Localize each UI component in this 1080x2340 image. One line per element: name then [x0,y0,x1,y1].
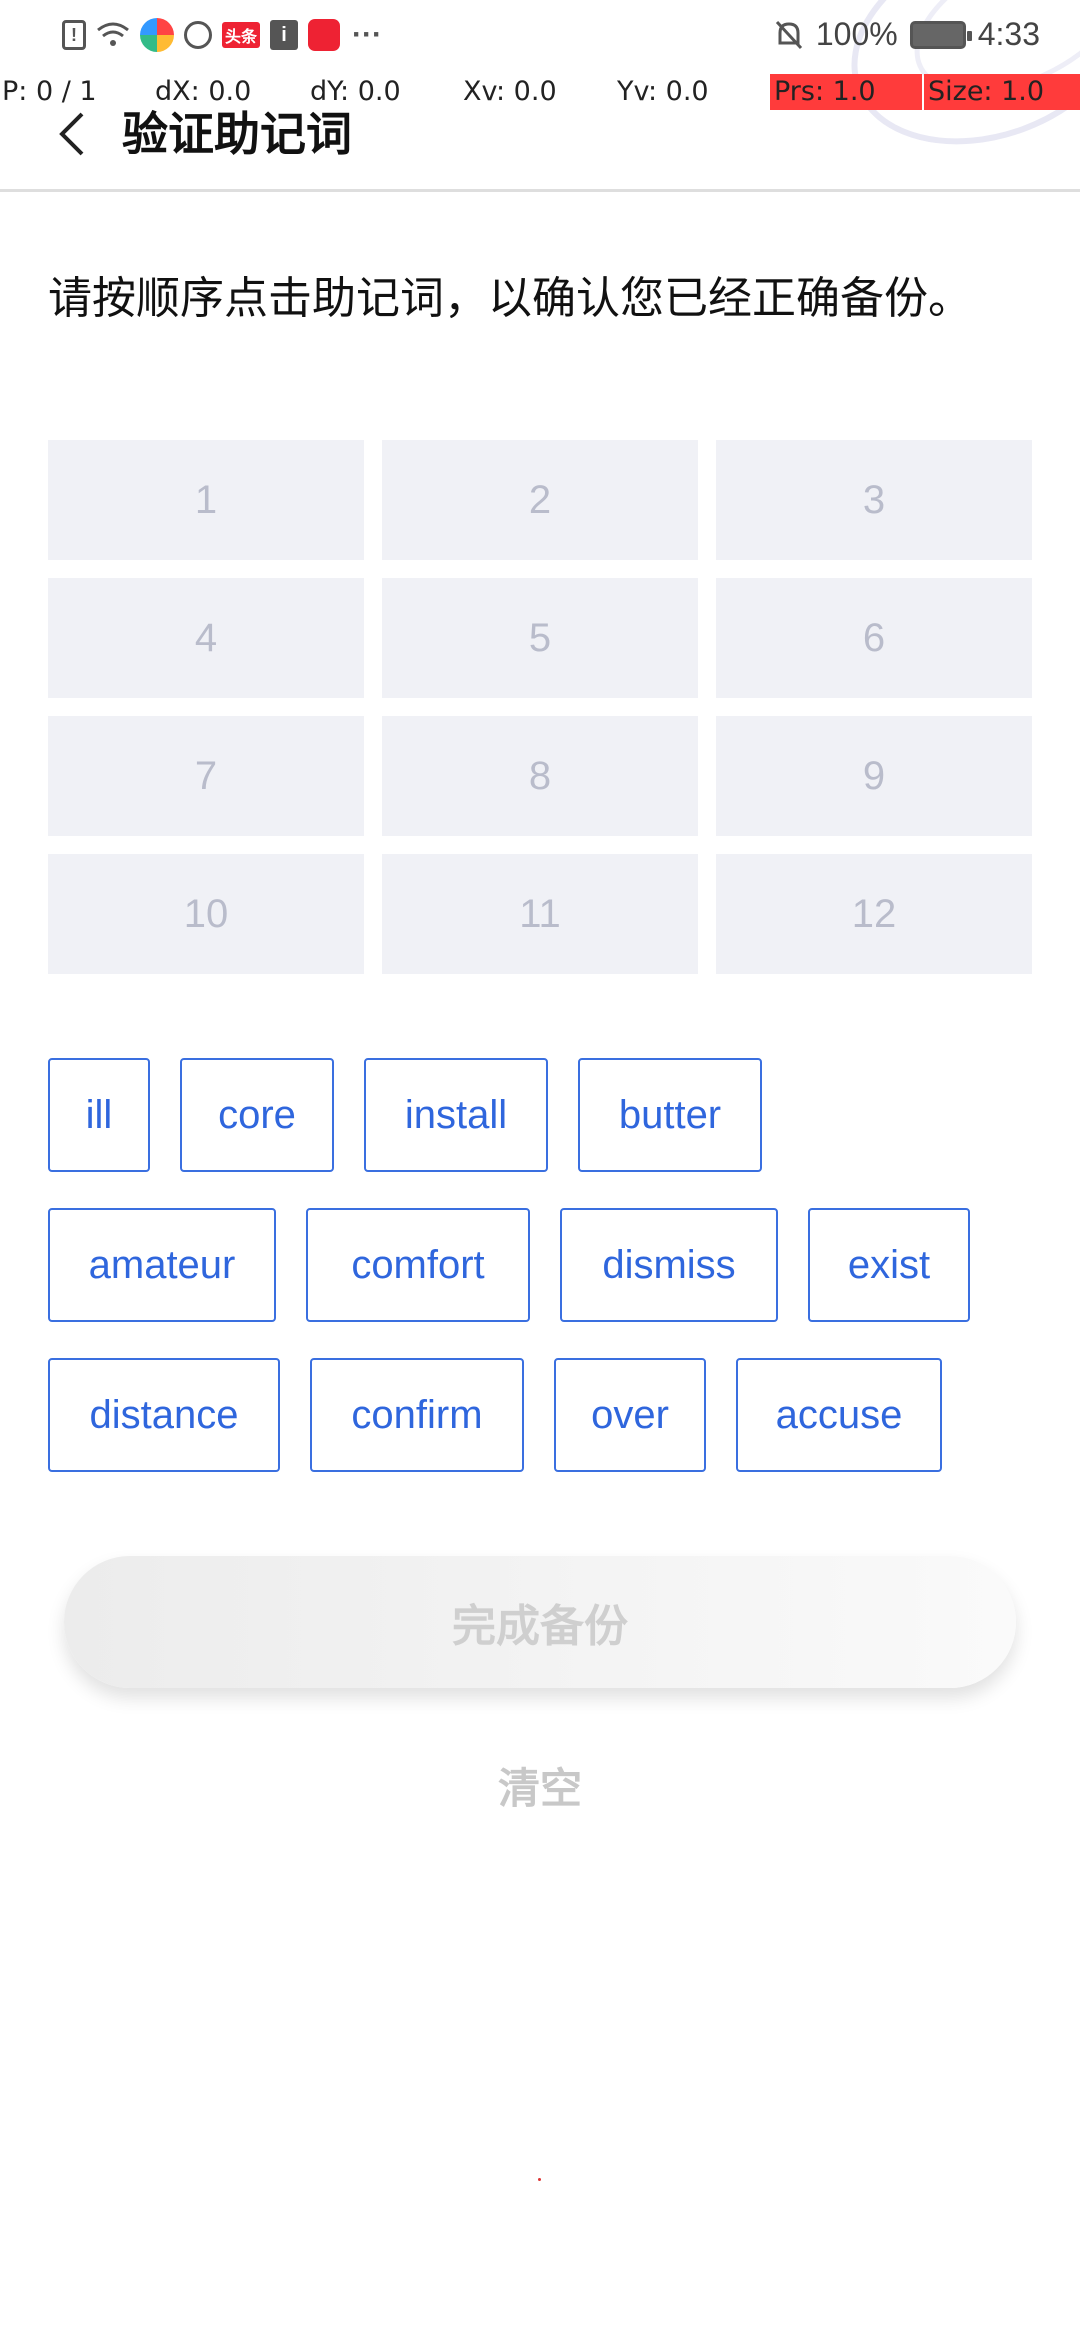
word-chip[interactable]: core [180,1058,334,1172]
info-app-icon: i [270,20,298,50]
clock: 4:33 [977,16,1040,52]
mnemonic-slot[interactable]: 10 [48,854,364,974]
mnemonic-slot[interactable]: 4 [48,578,364,698]
clear-button[interactable]: 清空 [440,1750,640,1820]
mnemonic-slot[interactable]: 1 [48,440,364,560]
mnemonic-slot[interactable]: 2 [382,440,698,560]
mute-bell-icon [775,20,802,49]
app-header: 验证助记词 [0,96,1080,192]
status-bar: ! 头条 i ··· 100% 4:33 [0,0,1080,72]
mnemonic-slot[interactable]: 11 [382,854,698,974]
wifi-icon [96,18,130,52]
toutiao-app-icon: 头条 [222,22,260,48]
battery-percent: 100% [815,16,898,52]
touch-indicator-dot [538,2178,541,2181]
huawei-app-icon [308,19,340,51]
page-title: 验证助记词 [122,107,352,161]
word-chip[interactable]: ill [48,1058,150,1172]
word-chip[interactable]: comfort [306,1208,530,1322]
back-button[interactable] [48,102,98,162]
word-chip[interactable]: confirm [310,1358,524,1472]
word-chip[interactable]: amateur [48,1208,276,1322]
more-notifications-icon: ··· [352,18,382,51]
mnemonic-slot[interactable]: 6 [716,578,1032,698]
globe-icon [184,21,212,49]
battery-icon [909,20,972,49]
word-chip[interactable]: exist [808,1208,970,1322]
complete-backup-button[interactable]: 完成备份 [64,1556,1016,1688]
system-indicators: 100% 4:33 [774,16,1040,53]
mnemonic-slot[interactable]: 7 [48,716,364,836]
instruction-text: 请按顺序点击助记词，以确认您已经正确备份。 [48,273,972,324]
word-chip[interactable]: distance [48,1358,280,1472]
word-chip[interactable]: dismiss [560,1208,778,1322]
notification-icons: ! 头条 i ··· [62,18,384,52]
mnemonic-slot[interactable]: 3 [716,440,1032,560]
mnemonic-slot[interactable]: 9 [716,716,1032,836]
word-chip[interactable]: butter [578,1058,762,1172]
alert-doc-icon: ! [62,20,86,50]
word-chip[interactable]: install [364,1058,548,1172]
mnemonic-slot[interactable]: 12 [716,854,1032,974]
mnemonic-slot[interactable]: 8 [382,716,698,836]
word-chip[interactable]: over [554,1358,706,1472]
browser-app-icon [140,18,174,52]
back-arrow-icon [59,112,84,156]
word-chip[interactable]: accuse [736,1358,942,1472]
mnemonic-slot[interactable]: 5 [382,578,698,698]
